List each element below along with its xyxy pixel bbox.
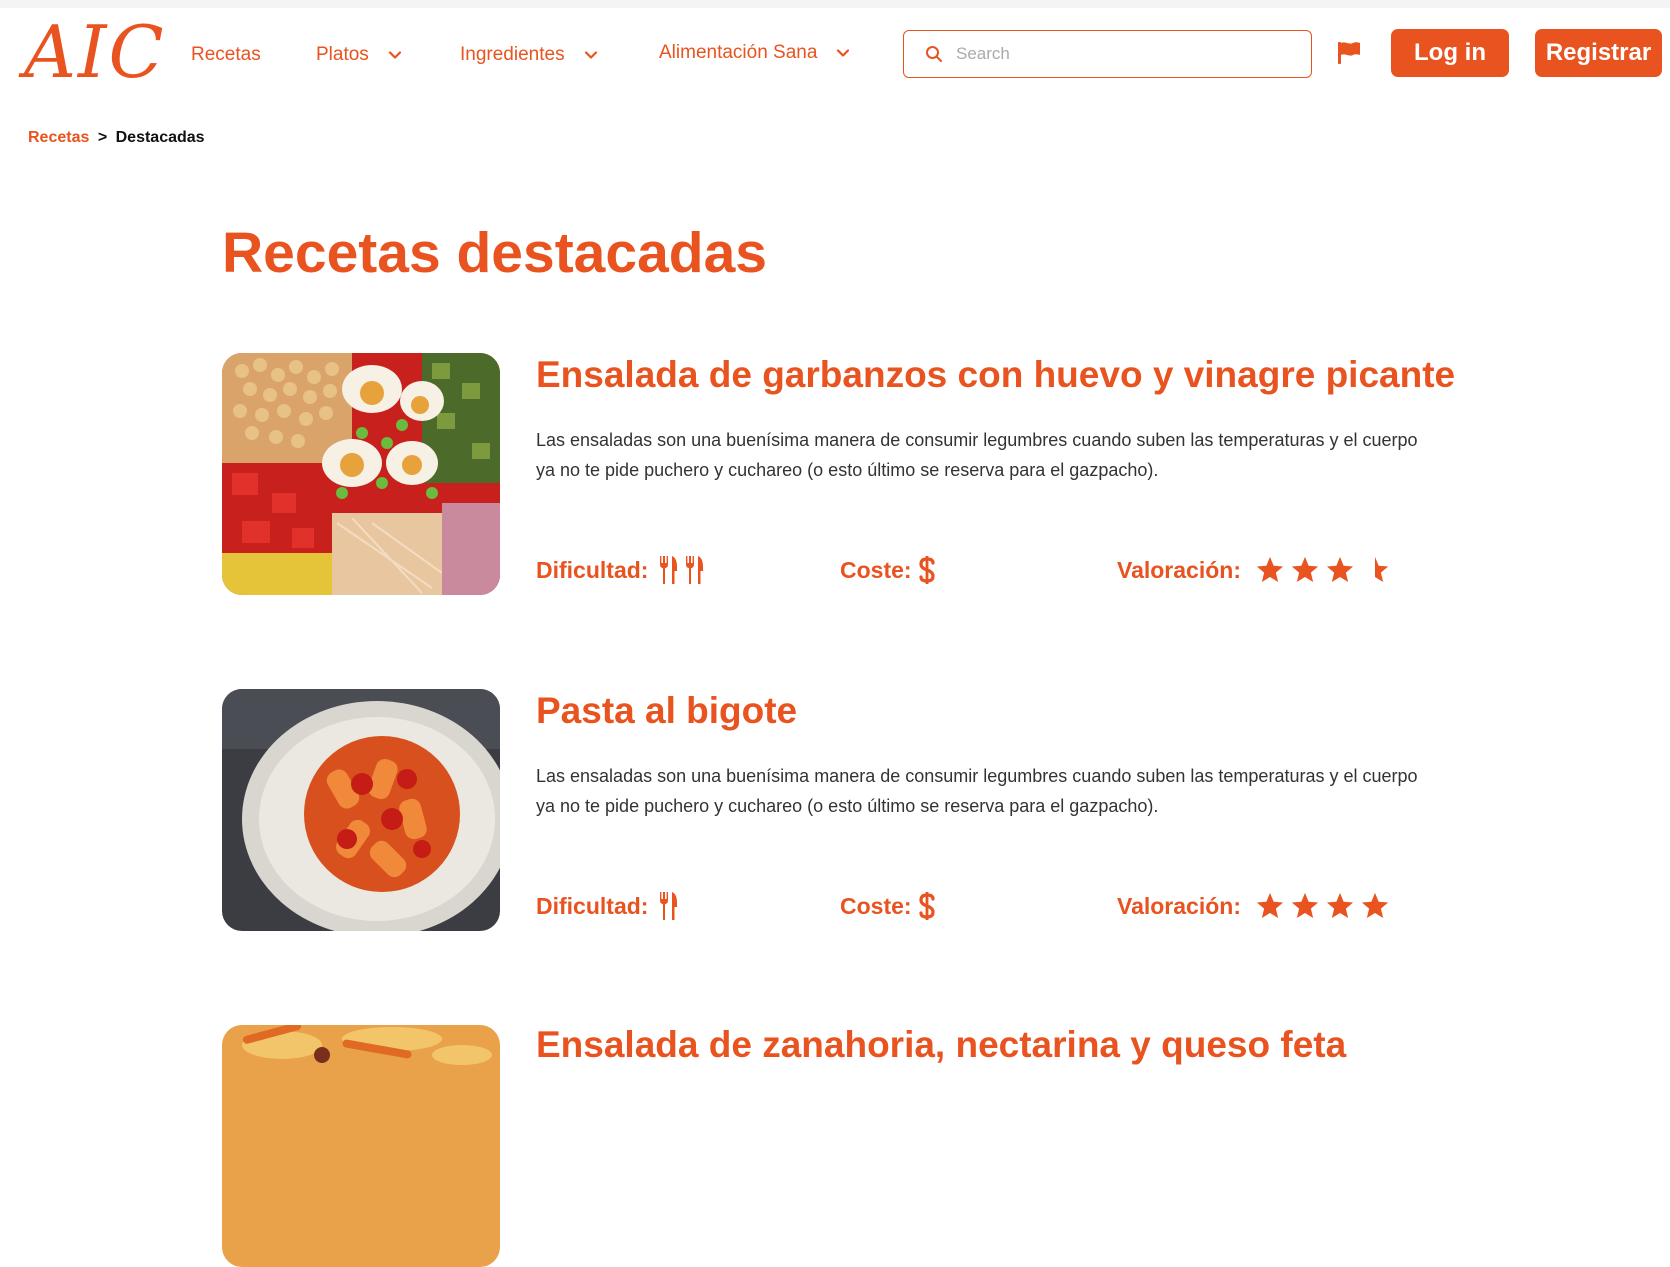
nav-item-label: Ingredientes (460, 44, 565, 65)
search-box (903, 30, 1312, 78)
rating-stars (1255, 555, 1390, 585)
recipe-description: Las ensaladas son una buenísima manera d… (536, 766, 1418, 816)
site-header: AIC Recetas Platos Ingredientes Alimenta… (0, 8, 1670, 100)
star-icon (1326, 556, 1354, 582)
recipe-title[interactable]: Pasta al bigote (536, 689, 797, 733)
recipe-description: Las ensaladas son una buenísima manera d… (536, 430, 1418, 480)
star-icon (1361, 892, 1389, 918)
flag-icon[interactable] (1336, 40, 1362, 66)
rating: Valoración: (1117, 891, 1390, 921)
search-input[interactable] (956, 44, 1296, 64)
rating-stars (1255, 891, 1390, 921)
nav-item-label: Recetas (191, 44, 261, 65)
cost: Coste: (840, 891, 936, 921)
utensils-icon (660, 556, 678, 584)
star-icon (1326, 892, 1354, 918)
login-button[interactable]: Log in (1391, 29, 1509, 77)
dollar-icon (918, 892, 935, 920)
half-star-icon (1374, 556, 1389, 582)
difficulty: Dificultad: (536, 891, 680, 921)
cost-label: Coste: (840, 556, 912, 583)
rating-label: Valoración: (1117, 556, 1241, 583)
difficulty-icons (658, 891, 680, 921)
page-title: Recetas destacadas (222, 221, 768, 285)
nav-item-ingredientes[interactable]: Ingredientes (460, 44, 599, 66)
cost-icons (918, 555, 936, 585)
recipe-title[interactable]: Ensalada de garbanzos con huevo y vinagr… (536, 353, 1455, 397)
difficulty-label: Dificultad: (536, 892, 649, 919)
nav-item-label: Alimentación Sana (659, 42, 818, 63)
cost: Coste: (840, 555, 936, 585)
cost-icons (918, 891, 936, 921)
recipe-card: Pasta al bigote Las ensaladas son una bu… (222, 689, 1462, 931)
recipe-image[interactable] (222, 353, 500, 595)
dollar-icon (918, 556, 935, 584)
chevron-down-icon (837, 49, 850, 57)
difficulty: Dificultad: (536, 555, 706, 585)
recipe-title[interactable]: Ensalada de zanahoria, nectarina y queso… (536, 1023, 1346, 1067)
nav-item-label: Platos (316, 44, 369, 65)
recipe-image[interactable] (222, 689, 500, 931)
search-icon[interactable] (924, 44, 944, 64)
breadcrumb-separator: > (97, 129, 108, 146)
star-icon (1256, 556, 1284, 582)
star-icon (1256, 892, 1284, 918)
recipe-card: Ensalada de zanahoria, nectarina y queso… (222, 1023, 1462, 1267)
recipe-card: Ensalada de garbanzos con huevo y vinagr… (222, 353, 1462, 595)
breadcrumb-link-recetas[interactable]: Recetas (28, 129, 89, 146)
cost-label: Coste: (840, 892, 912, 919)
nav-item-recetas[interactable]: Recetas (191, 44, 261, 66)
difficulty-icons (658, 555, 706, 585)
nav-item-platos[interactable]: Platos (316, 44, 403, 66)
register-button[interactable]: Registrar (1535, 29, 1662, 77)
site-logo[interactable]: AIC (24, 16, 166, 88)
utensils-icon (660, 892, 678, 920)
top-strip (0, 0, 1670, 8)
nav-item-alimentacion-sana[interactable]: Alimentación Sana (659, 42, 851, 64)
star-icon (1291, 892, 1319, 918)
breadcrumb-current: Destacadas (115, 129, 205, 146)
rating-label: Valoración: (1117, 892, 1241, 919)
chevron-down-icon (388, 51, 401, 59)
utensils-icon (686, 556, 704, 584)
breadcrumb: Recetas > Destacadas (28, 129, 205, 147)
recipe-image[interactable] (222, 1025, 500, 1267)
rating: Valoración: (1117, 555, 1390, 585)
star-icon (1291, 556, 1319, 582)
difficulty-label: Dificultad: (536, 556, 649, 583)
chevron-down-icon (584, 51, 597, 59)
